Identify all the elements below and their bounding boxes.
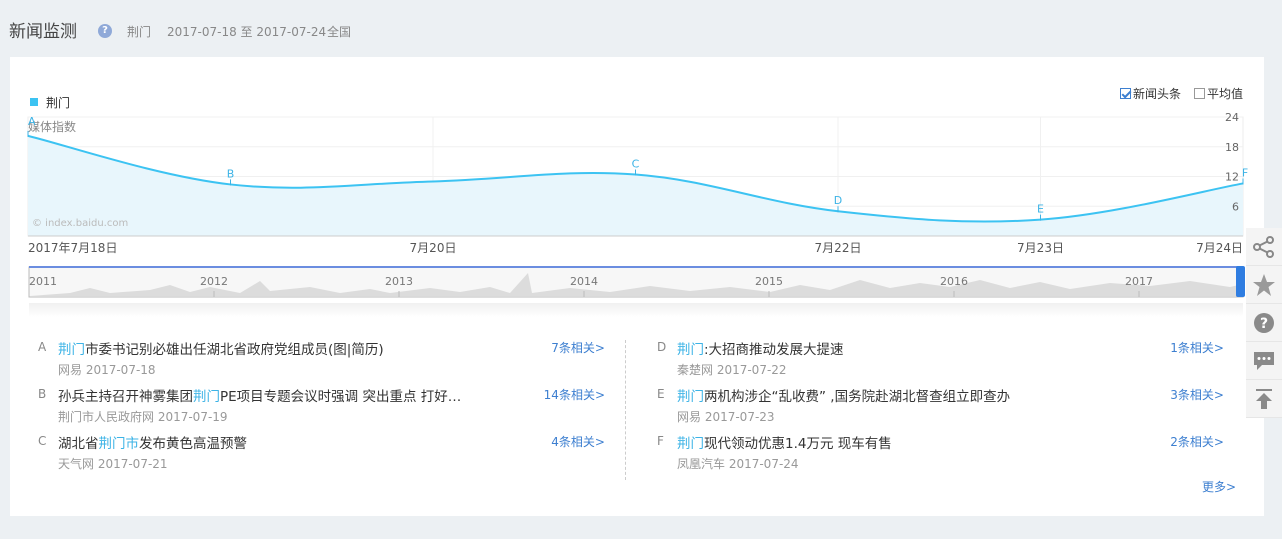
news-source: 秦楚网 2017-07-22	[677, 363, 787, 377]
x-tick-label: 7月20日	[410, 241, 457, 255]
news-source: 网易 2017-07-18	[58, 363, 156, 377]
series-area	[28, 135, 1243, 236]
news-item: E 荆门两机构涉企“乱收费” ,国务院赴湖北督查组立即查办网易 2017-07-2…	[657, 385, 1237, 432]
news-source: 网易 2017-07-23	[677, 410, 775, 424]
news-related-link[interactable]: 7条相关>	[551, 339, 605, 356]
region-label: 全国	[327, 25, 352, 39]
news-marker-letter: D	[657, 340, 667, 354]
y-tick-label: 18	[1225, 141, 1239, 154]
news-marker-letter: E	[657, 387, 665, 401]
news-item: F 荆门现代领动优惠1.4万元 现车有售凤凰汽车 2017-07-24 2条相关>	[657, 432, 1237, 479]
news-keyword-highlight: 荆门市	[98, 436, 140, 452]
marker-label-d: D	[834, 194, 842, 207]
page-header: 新闻监测 ? 荆门 2017-07-18 至 2017-07-24 全国	[9, 0, 1269, 60]
news-title-link[interactable]: 荆门两机构涉企“乱收费” ,国务院赴湖北督查组立即查办	[677, 385, 1010, 405]
floating-toolbar: ?	[1246, 228, 1282, 418]
timeline-year-label: 2012	[200, 275, 228, 288]
comment-icon	[1254, 351, 1274, 370]
news-title-link[interactable]: 孙兵主持召开神雾集团荆门PE项目专题会议时强调 突出重点 打好…	[58, 385, 461, 405]
marker-label-c: C	[632, 158, 640, 171]
news-title-text: 市委书记别必雄出任湖北省政府党组成员(图|简历)	[85, 342, 384, 358]
share-button[interactable]	[1246, 228, 1282, 266]
news-marker-letter: C	[38, 434, 47, 448]
news-marker-letter: B	[38, 387, 47, 401]
x-tick-label: 7月24日	[1196, 241, 1243, 255]
marker-label-a: A	[28, 115, 36, 128]
news-item: B 孙兵主持召开神雾集团荆门PE项目专题会议时强调 突出重点 打好… 荆门市人民政府…	[38, 385, 618, 432]
news-related-link[interactable]: 14条相关>	[544, 386, 605, 403]
news-keyword-highlight: 荆门	[193, 389, 220, 405]
timeline-year-label: 2014	[570, 275, 598, 288]
news-title-text: 两机构涉企“乱收费” ,国务院赴湖北督查组立即查办	[704, 389, 1011, 405]
news-divider	[625, 340, 626, 480]
news-related-link[interactable]: 1条相关>	[1170, 339, 1224, 356]
news-title-link[interactable]: 荆门现代领动优惠1.4万元 现车有售	[677, 432, 892, 452]
news-title-text: 现代领动优惠1.4万元 现车有售	[704, 436, 892, 452]
more-link[interactable]: 更多>	[1202, 478, 1236, 495]
news-item: D 荆门:大招商推动发展大提速秦楚网 2017-07-22 1条相关>	[657, 338, 1237, 385]
timeline-year-label: 2013	[385, 275, 413, 288]
x-tick-label: 7月22日	[815, 241, 862, 255]
news-marker-letter: F	[657, 434, 664, 448]
news-item: C 湖北省荆门市发布黄色高温预警天气网 2017-07-21 4条相关>	[38, 432, 618, 479]
timeline-year-label: 2015	[755, 275, 783, 288]
share-icon	[1253, 235, 1274, 258]
marker-label-b: B	[227, 167, 235, 180]
news-monitor-panel: 荆门 新闻头条 平均值 媒体指数 © index.baidu.com 24 18 1…	[10, 57, 1264, 516]
date-range: 2017-07-18 至 2017-07-24	[167, 25, 327, 39]
news-related-link[interactable]: 3条相关>	[1170, 386, 1224, 403]
marker-label-f: F	[1242, 166, 1248, 179]
news-list-right: D 荆门:大招商推动发展大提速 秦楚网 2017-07-22 1条相关> E 荆门两机构涉…	[657, 338, 1237, 479]
keyword-label: 荆门	[127, 25, 152, 39]
news-title-link[interactable]: 荆门:大招商推动发展大提速	[677, 338, 844, 358]
news-title-text: PE项目专题会议时强调 突出重点 打好…	[220, 389, 462, 405]
timeline-range-handle[interactable]	[1236, 266, 1245, 297]
y-tick-label: 12	[1225, 171, 1239, 184]
back-to-top-icon	[1256, 388, 1272, 409]
marker-label-e: E	[1037, 203, 1044, 216]
media-index-chart: 媒体指数 © index.baidu.com 2418126 2017年7月18…	[27, 111, 1248, 317]
news-title-link[interactable]: 荆门市委书记别必雄出任湖北省政府党组成员(图|简历)	[58, 338, 384, 358]
news-keyword-highlight: 荆门	[58, 342, 85, 358]
help-circle-icon: ?	[1254, 312, 1274, 333]
x-tick-label: 2017年7月18日	[28, 241, 117, 255]
news-list-left: A 荆门市委书记别必雄出任湖北省政府党组成员(图|简历) 网易 2017-07-18…	[38, 338, 618, 479]
news-source: 凤凰汽车 2017-07-24	[677, 457, 799, 471]
news-source: 天气网 2017-07-21	[58, 457, 168, 471]
news-keyword-highlight: 荆门	[677, 389, 704, 405]
timeline-year-label: 2017	[1125, 275, 1153, 288]
news-title-text: :大招商推动发展大提速	[704, 342, 844, 358]
news-related-link[interactable]: 2条相关>	[1170, 433, 1224, 450]
favorite-button[interactable]	[1246, 266, 1282, 304]
news-keyword-highlight: 荆门	[677, 436, 704, 452]
feedback-button[interactable]	[1246, 342, 1282, 380]
news-keyword-highlight: 荆门	[677, 342, 704, 358]
watermark: © index.baidu.com	[32, 218, 128, 229]
y-tick-label: 6	[1232, 200, 1239, 213]
news-item: A 荆门市委书记别必雄出任湖北省政府党组成员(图|简历) 网易 2017-07-18…	[38, 338, 618, 385]
news-title-prefix: 孙兵主持召开神雾集团	[58, 389, 193, 405]
y-tick-label: 24	[1225, 111, 1239, 124]
news-source: 荆门市人民政府网 2017-07-19	[58, 410, 228, 424]
page-title: 新闻监测	[9, 22, 77, 42]
help-button[interactable]: ?	[1246, 304, 1282, 342]
star-icon	[1253, 273, 1275, 296]
help-icon[interactable]: ?	[98, 24, 112, 38]
news-title-link[interactable]: 湖北省荆门市发布黄色高温预警	[58, 432, 247, 452]
back-to-top-button[interactable]	[1246, 380, 1282, 418]
x-tick-label: 7月23日	[1017, 241, 1064, 255]
news-title-text: 发布黄色高温预警	[139, 436, 247, 452]
timeline-shadow	[29, 303, 1243, 317]
timeline-year-label: 2011	[29, 275, 57, 288]
svg-text:?: ?	[1260, 316, 1268, 332]
news-related-link[interactable]: 4条相关>	[551, 433, 605, 450]
timeline-year-label: 2016	[940, 275, 968, 288]
news-marker-letter: A	[38, 340, 47, 354]
news-title-prefix: 湖北省	[58, 436, 99, 452]
